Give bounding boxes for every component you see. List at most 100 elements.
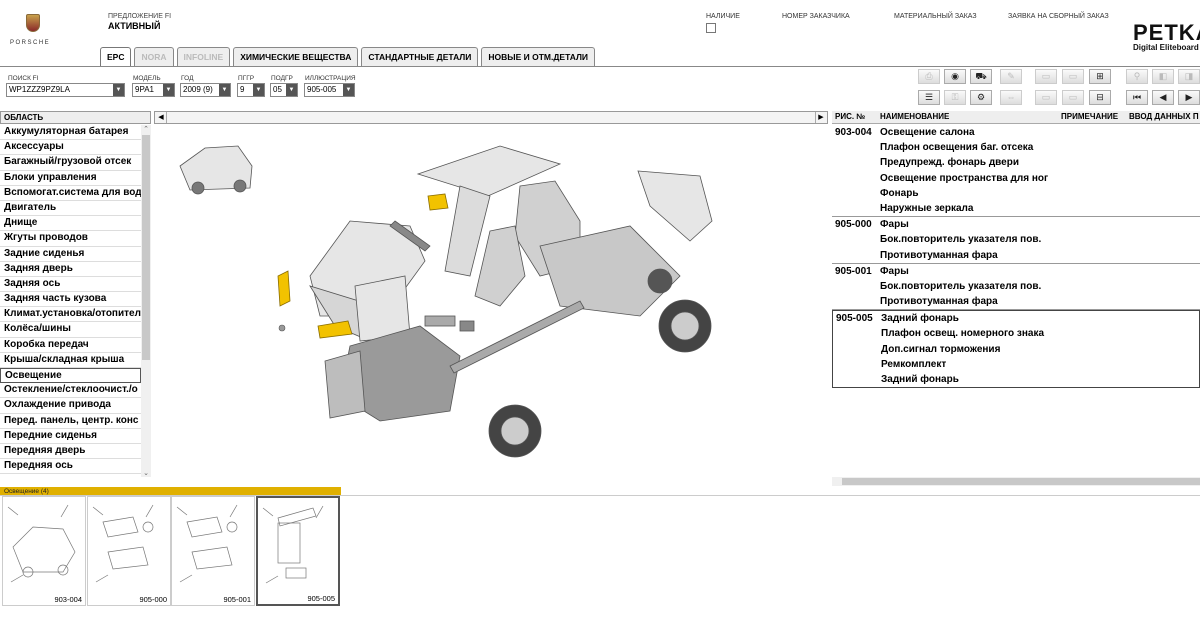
table-row[interactable]: Противотуманная фара <box>832 248 1200 263</box>
table-row[interactable]: 905-000 Фары <box>832 217 1200 232</box>
area-item[interactable]: Освещение <box>0 368 141 384</box>
availability-link[interactable]: НАЛИЧИЕ <box>706 13 740 20</box>
forward-page-icon[interactable]: ◨ <box>1178 69 1200 84</box>
cart-icon[interactable]: ⊟ <box>1089 90 1111 105</box>
area-item[interactable]: Колёса/шины <box>0 322 141 338</box>
prev-page-icon[interactable]: ◀ <box>1152 90 1174 105</box>
sub-group-select[interactable]: 05 ▼ <box>270 83 298 97</box>
illustration-thumbnail[interactable]: 905-000 <box>87 496 171 606</box>
area-item[interactable]: Охлаждение привода <box>0 398 141 414</box>
back-page-icon[interactable]: ◧ <box>1152 69 1174 84</box>
area-item[interactable]: Задняя дверь <box>0 262 141 277</box>
area-item[interactable]: Задняя ось <box>0 277 141 293</box>
headlight-left-part[interactable] <box>277 270 291 307</box>
tab-chemicals[interactable]: ХИМИЧЕСКИЕ ВЕЩЕСТВА <box>233 47 359 66</box>
table-row[interactable]: Освещение пространства для ног <box>832 171 1200 186</box>
table-row[interactable]: Плафон освещ. номерного знака <box>833 326 1199 341</box>
illustration-thumbnail[interactable]: 905-005 <box>256 496 340 606</box>
table-row[interactable]: 903-004 Освещение салона <box>832 125 1200 140</box>
compare-icon[interactable]: ⇔ <box>1000 90 1022 105</box>
area-item[interactable]: Коробка передач <box>0 338 141 353</box>
availability-checkbox[interactable] <box>706 23 716 33</box>
area-item[interactable]: Передняя дверь <box>0 444 141 460</box>
car-exploded-illustration[interactable] <box>160 126 720 476</box>
area-scrollbar[interactable]: ⌃ ⌄ <box>141 125 151 477</box>
pin-icon[interactable]: ⚲ <box>1126 69 1148 84</box>
illustration-thumbnail[interactable]: 905-001 <box>171 496 255 606</box>
main-group-select[interactable]: 9 ▼ <box>237 83 265 97</box>
table-row[interactable]: Плафон освещения баг. отсека <box>832 140 1200 155</box>
table-row[interactable]: Противотуманная фара <box>832 294 1200 309</box>
next-page-icon[interactable]: ▶ <box>1178 90 1200 105</box>
table-row[interactable]: Бок.повторитель указателя пов. <box>832 279 1200 294</box>
chevron-down-icon[interactable]: ▼ <box>286 84 297 96</box>
table-row[interactable]: Задний фонарь <box>833 372 1199 387</box>
lookup-icon[interactable]: ◉ <box>944 69 966 84</box>
area-item[interactable]: Жгуты проводов <box>0 231 141 247</box>
scroll-up-icon[interactable]: ⌃ <box>141 125 151 133</box>
area-item[interactable]: Задние сиденья <box>0 247 141 262</box>
table-row[interactable]: Ремкомплект <box>833 357 1199 372</box>
history-icon[interactable]: ▭ <box>1035 90 1057 105</box>
area-item[interactable]: Днище <box>0 216 141 232</box>
table-row[interactable]: Наружные зеркала <box>832 201 1200 216</box>
area-item[interactable]: Климат.установка/отопител <box>0 307 141 323</box>
car-icon[interactable]: ⛟ <box>970 69 992 84</box>
scroll-left-icon[interactable]: ◀ <box>156 112 167 123</box>
illustration-thumbnail[interactable]: 903-004 <box>2 496 86 606</box>
parts-group[interactable]: 903-004 Освещение салона Плафон освещения … <box>832 125 1200 218</box>
scroll-down-icon[interactable]: ⌄ <box>141 469 151 477</box>
illustration-scrollbar[interactable]: ◀ ▶ <box>154 111 828 124</box>
scroll-right-icon[interactable]: ▶ <box>815 112 826 123</box>
chevron-down-icon[interactable]: ▼ <box>343 84 354 96</box>
tab-new-parts[interactable]: НОВЫЕ И ОТМ.ДЕТАЛИ <box>481 47 596 66</box>
print-icon[interactable]: ⎙ <box>918 69 940 84</box>
tab-nora[interactable]: NORA <box>134 47 174 66</box>
table-row[interactable]: Доп.сигнал торможения <box>833 342 1199 357</box>
table-row[interactable]: Бок.повторитель указателя пов. <box>832 232 1200 247</box>
cart-add-icon[interactable]: ⊞ <box>1089 69 1111 84</box>
area-item[interactable]: Задняя часть кузова <box>0 292 141 308</box>
list-icon[interactable]: ☰ <box>918 90 940 105</box>
parts-group[interactable]: 905-000 Фары Бок.повторитель указателя пов… <box>832 217 1200 264</box>
tab-epc[interactable]: EPC <box>100 47 132 67</box>
area-item[interactable]: Крыша/складная крыша <box>0 353 141 368</box>
area-item[interactable]: Вспомогат.система для вод <box>0 186 141 201</box>
area-item[interactable]: Двигатель <box>0 201 141 217</box>
table-row[interactable]: Предупрежд. фонарь двери <box>832 155 1200 170</box>
area-item[interactable]: Перед. панель, центр. конс <box>0 414 141 429</box>
model-select[interactable]: 9PA1 ▼ <box>132 83 175 97</box>
area-item[interactable]: Аксессуары <box>0 140 141 156</box>
chevron-down-icon[interactable]: ▼ <box>163 84 174 96</box>
area-item[interactable]: Остекление/стеклоочист./о <box>0 383 141 399</box>
chevron-down-icon[interactable]: ▼ <box>219 84 230 96</box>
tab-infoline[interactable]: INFOLINE <box>176 47 231 66</box>
interior-light-part[interactable] <box>427 193 449 211</box>
area-item[interactable]: Передние сиденья <box>0 429 141 444</box>
area-item[interactable]: Багажный/грузовой отсек <box>0 155 141 171</box>
material-order-link[interactable]: МАТЕРИАЛЬНЫЙ ЗАКАЗ <box>894 13 977 20</box>
tab-standard-parts[interactable]: СТАНДАРТНЫЕ ДЕТАЛИ <box>361 47 479 66</box>
scrollbar-thumb[interactable] <box>142 135 150 360</box>
year-select[interactable]: 2009 (9) ▼ <box>180 83 231 97</box>
collective-order-link[interactable]: ЗАЯВКА НА СБОРНЫЙ ЗАКАЗ <box>1008 13 1109 20</box>
headlight-right-part[interactable] <box>317 320 353 339</box>
engine-icon[interactable]: ⚙ <box>970 90 992 105</box>
area-item[interactable]: Передняя ось <box>0 459 141 475</box>
chevron-down-icon[interactable]: ▼ <box>113 84 124 96</box>
parts-group[interactable]: 905-001 Фары Бок.повторитель указателя пов… <box>832 264 1200 311</box>
table-row[interactable]: Фонарь <box>832 186 1200 201</box>
notes-icon[interactable]: ✎ <box>1000 69 1022 84</box>
key-icon[interactable]: ⚿ <box>944 90 966 105</box>
scrollbar-thumb[interactable] <box>842 478 1200 485</box>
favorites-icon[interactable]: ▭ <box>1062 90 1084 105</box>
first-page-icon[interactable]: ⏮ <box>1126 90 1148 105</box>
chevron-down-icon[interactable]: ▼ <box>253 84 264 96</box>
stock-icon[interactable]: ▭ <box>1035 69 1057 84</box>
area-item[interactable]: Блоки управления <box>0 171 141 186</box>
area-item[interactable]: Аккумуляторная батарея <box>0 125 141 141</box>
illustration-select[interactable]: 905-005 ▼ <box>304 83 355 97</box>
parts-hscrollbar[interactable] <box>832 477 1200 486</box>
order-icon[interactable]: ▭ <box>1062 69 1084 84</box>
fi-search-input[interactable]: WP1ZZZ9PZ9LA ▼ <box>6 83 125 97</box>
